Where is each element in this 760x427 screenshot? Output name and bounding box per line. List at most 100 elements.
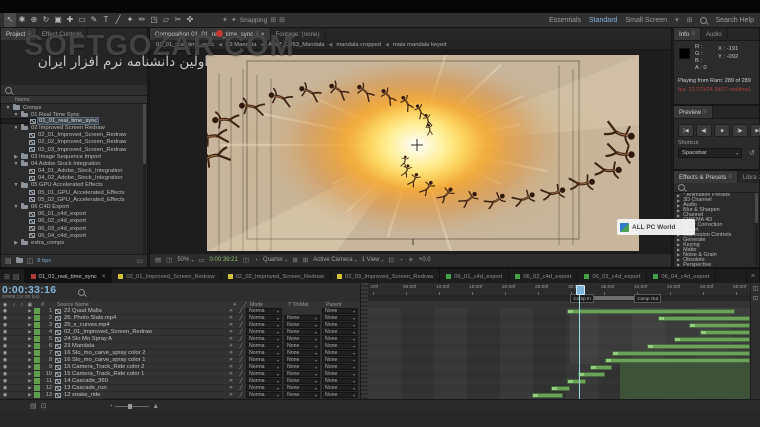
timeline-tabs-menu[interactable]: ≡ bbox=[746, 269, 760, 284]
exposure-value[interactable]: +0.0 bbox=[419, 257, 431, 263]
trkmat-column-header[interactable]: T TrkMat bbox=[288, 302, 326, 308]
parent-column-header[interactable]: Parent bbox=[326, 302, 360, 308]
align-icon[interactable]: ✦ bbox=[222, 16, 228, 24]
delete-icon[interactable]: ▭ bbox=[136, 257, 143, 265]
quality-icon[interactable]: ☀ bbox=[226, 385, 236, 391]
layer-duration-bar[interactable] bbox=[612, 351, 750, 356]
playhead-line[interactable] bbox=[579, 295, 580, 399]
caret-right-icon[interactable]: ▶ bbox=[26, 371, 34, 377]
tree-item-02-02-improved-screen-redraw[interactable]: 02_02_Improved_Screen_Redraw bbox=[1, 139, 143, 146]
quality-icon[interactable]: ☀ bbox=[226, 350, 236, 356]
layer-name[interactable]: 13 Cascade_run bbox=[64, 385, 226, 391]
eye-icon[interactable]: ◉ bbox=[0, 336, 10, 342]
layer-color-swatch[interactable] bbox=[34, 308, 40, 314]
parent-select[interactable]: None▾ bbox=[322, 378, 358, 384]
caret-icon[interactable]: ▼ bbox=[13, 112, 19, 118]
magnification-menu[interactable]: 50% ▾ bbox=[177, 257, 193, 263]
tab-info[interactable]: Info ≡ bbox=[674, 28, 701, 40]
tree-item-06-03-c4d-export[interactable]: 06_03_c4d_export bbox=[1, 225, 143, 232]
first-frame-button[interactable]: |◀ bbox=[678, 124, 694, 137]
trkmat-select[interactable]: None▾ bbox=[284, 315, 320, 321]
caret-right-icon[interactable]: ▶ bbox=[26, 364, 34, 370]
zoom-slider-thumb[interactable] bbox=[128, 404, 132, 409]
caret-right-icon[interactable]: ▶ bbox=[26, 350, 34, 356]
effects-search-row[interactable] bbox=[674, 183, 759, 193]
trkmat-select[interactable]: None▾ bbox=[284, 357, 320, 363]
tree-item-04-adobe-stock-integration[interactable]: ▼04 Adobe Stock Integration bbox=[1, 160, 143, 167]
always-preview-icon[interactable]: ▤ bbox=[155, 256, 161, 264]
timeline-layer-row[interactable]: ◉▶402_01_Improved_Screen_Redraw☀╱Norma▾N… bbox=[0, 329, 360, 336]
layer-name[interactable]: 24 Slo Mo Spray A bbox=[64, 336, 226, 342]
layer-color-swatch[interactable] bbox=[34, 357, 40, 363]
layer-name[interactable]: 16 Slo_mo_carve_spray color 2 bbox=[64, 350, 226, 356]
trkmat-select[interactable]: None▾ bbox=[284, 378, 320, 384]
trkmat-select[interactable]: None▾ bbox=[284, 385, 320, 391]
parent-select[interactable]: None▾ bbox=[322, 315, 358, 321]
snap-grid-icon[interactable]: ⊞ bbox=[270, 16, 276, 24]
target-region-icon[interactable]: ⊞ bbox=[292, 256, 297, 264]
mode-select[interactable]: Norma▾ bbox=[246, 378, 282, 384]
comp-marker-icon[interactable]: ◫ bbox=[753, 285, 759, 292]
eye-icon[interactable]: ◉ bbox=[0, 350, 10, 356]
parent-select[interactable]: None▾ bbox=[322, 343, 358, 349]
last-frame-button[interactable]: ▶| bbox=[750, 124, 760, 137]
effects-scrollbar[interactable] bbox=[755, 193, 758, 267]
trkmat-select[interactable]: None▾ bbox=[284, 392, 320, 398]
quality-icon[interactable]: ☀ bbox=[226, 343, 236, 349]
layer-name[interactable]: 15 Camera_Track_Ride color 1 bbox=[64, 371, 226, 377]
orbit-camera-tool[interactable]: ↻ bbox=[40, 13, 52, 27]
fx-switch-icon[interactable]: ╱ bbox=[236, 350, 246, 356]
fx-switch-icon[interactable]: ╱ bbox=[236, 378, 246, 384]
pixel-aspect-icon[interactable]: ⊡ bbox=[389, 256, 394, 264]
new-comp-icon[interactable]: ◫ bbox=[27, 257, 34, 265]
pan-behind-tool[interactable]: ✚ bbox=[64, 13, 76, 27]
layer-name[interactable]: 15 Camera_Track_Ride color 2 bbox=[64, 364, 226, 370]
tab-preview[interactable]: Preview ≡ bbox=[674, 106, 713, 118]
layer-color-swatch[interactable] bbox=[34, 385, 40, 391]
tree-item-01-real-time-sync[interactable]: ▼01 Real Time Sync bbox=[1, 111, 143, 118]
view-layout-menu[interactable]: 1 View ▾ bbox=[362, 257, 384, 263]
show-channel-icon[interactable]: ◔ bbox=[254, 257, 258, 264]
eye-icon[interactable]: ◉ bbox=[0, 392, 10, 398]
trkmat-select[interactable]: None▾ bbox=[284, 350, 320, 356]
mode-select[interactable]: Norma▾ bbox=[246, 336, 282, 342]
timeline-layer-row[interactable]: ◉▶623 Mandala☀╱Norma▾None▾None▾ bbox=[0, 343, 360, 350]
toggle-switches-icon[interactable]: ▤ bbox=[30, 402, 37, 410]
caret-right-icon[interactable]: ▶ bbox=[26, 315, 34, 321]
layer-color-swatch[interactable] bbox=[34, 336, 40, 342]
panel-menu-icon[interactable]: ≡ bbox=[691, 31, 695, 37]
selection-tool[interactable]: ↖ bbox=[4, 13, 16, 27]
quality-icon[interactable]: ☀ bbox=[226, 315, 236, 321]
project-bit-depth[interactable]: 8 bpc bbox=[37, 258, 51, 264]
brush-tool[interactable]: ✏ bbox=[136, 13, 148, 27]
timeline-layer-row[interactable]: ◉▶122 Quad Malla☀╱Norma▾None▾ bbox=[0, 308, 360, 315]
layer-name[interactable]: 23 Mandala bbox=[64, 343, 226, 349]
parent-select[interactable]: None▾ bbox=[322, 308, 358, 314]
timeline-tab-02-01-improved-screen-redraw[interactable]: 02_01_Improved_Screen_Redraw bbox=[112, 269, 221, 284]
timeline-tab-06-03-c4d-export[interactable]: 06_03_c4d_export bbox=[578, 269, 647, 284]
eye-icon[interactable]: ◉ bbox=[0, 315, 10, 321]
quality-icon[interactable]: ☀ bbox=[226, 364, 236, 370]
layer-color-swatch[interactable] bbox=[34, 378, 40, 384]
mode-select[interactable]: Norma▾ bbox=[246, 392, 282, 398]
trkmat-select[interactable]: None▾ bbox=[284, 343, 320, 349]
fx-switch-icon[interactable]: ╱ bbox=[236, 357, 246, 363]
layer-duration-bar[interactable] bbox=[647, 344, 750, 349]
timeline-tab-06-02-c4d-export[interactable]: 06_02_c4d_export bbox=[509, 269, 578, 284]
graph-editor-icon[interactable]: ⊡ bbox=[753, 295, 758, 302]
eye-icon[interactable]: ◉ bbox=[0, 378, 10, 384]
eye-icon[interactable]: ◉ bbox=[0, 322, 10, 328]
fx-switch-icon[interactable]: ╱ bbox=[236, 343, 246, 349]
breadcrumb-item[interactable]: maia mandala keyed bbox=[393, 42, 447, 48]
layer-duration-bar[interactable] bbox=[700, 330, 750, 335]
caret-right-icon[interactable]: ▶ bbox=[26, 357, 34, 363]
caret-icon[interactable]: ▼ bbox=[5, 105, 11, 111]
caret-icon[interactable]: ▼ bbox=[13, 161, 19, 167]
caret-icon[interactable]: ▶ bbox=[13, 240, 19, 246]
trkmat-select[interactable]: None▾ bbox=[284, 364, 320, 370]
parent-select[interactable]: None▾ bbox=[322, 371, 358, 377]
current-time-display[interactable]: 0:00:33:16 00808 (24.00 fps) bbox=[2, 284, 72, 300]
timeline-layer-row[interactable]: ◉▶915 Camera_Track_Ride color 2☀╱Norma▾N… bbox=[0, 364, 360, 371]
timeline-layer-row[interactable]: ◉▶1213 Cascade_run☀╱Norma▾None▾None▾ bbox=[0, 385, 360, 392]
panel-menu-icon[interactable]: ≡ bbox=[728, 174, 732, 180]
